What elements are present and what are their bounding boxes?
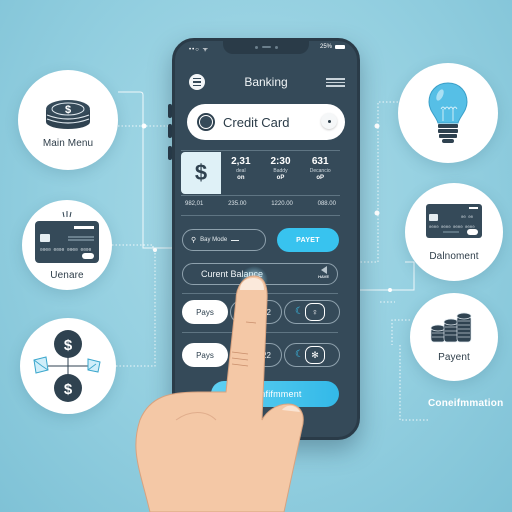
debit-card-bubble[interactable]: 00 00 0000 0000 0000 0000 Dalnoment [405, 183, 503, 281]
sparkle-icon [62, 210, 72, 217]
signal-indicator: ••○ ᯤ [189, 47, 209, 53]
hamburger-icon[interactable] [326, 78, 345, 87]
pay-row: Pays 2.02 ☾ ♀ [182, 300, 340, 324]
credit-card-selector[interactable]: Credit Card [187, 104, 345, 140]
payment-label: Payent [438, 351, 470, 363]
amount-value: 235.00 [228, 201, 247, 207]
divider [182, 332, 338, 333]
radio-icon [197, 113, 215, 131]
payment-bubble[interactable]: Payent [410, 293, 498, 381]
main-menu-bubble[interactable]: $ Main Menu [18, 70, 118, 170]
pin-icon: ⚲ [191, 237, 197, 244]
svg-text:0000 0000 0000 0000: 0000 0000 0000 0000 [40, 247, 92, 253]
divider [181, 195, 340, 196]
battery-indicator: 25% [320, 44, 345, 50]
svg-text:00 00: 00 00 [461, 216, 474, 220]
divider [181, 215, 340, 216]
battery-icon [335, 45, 345, 49]
pay-amount[interactable]: 2.02 [230, 300, 282, 324]
connector-transfer [116, 250, 156, 367]
phone-frame: ••○ ᯤ 25% Banking Credit Card $ 2,31 dea… [172, 38, 360, 440]
pay-toggle[interactable]: ☾ ✻ [284, 343, 340, 367]
amounts-row: 982,01 235.00 1220.00 088.00 [181, 201, 340, 207]
pays-button[interactable]: Pays [182, 300, 228, 324]
connector-coins [391, 319, 410, 345]
pay-row: Pays 2.22 ☾ ✻ [182, 343, 340, 367]
stat-item: 2:30 Baddy oP [270, 156, 291, 181]
dollar-icon: $ [181, 152, 221, 194]
credit-card-label: Credit Card [223, 114, 290, 130]
coin-stack-icon: $ [46, 99, 90, 129]
balance-side: HAVE [318, 266, 329, 279]
credit-card-icon: 0000 0000 0000 0000 [35, 220, 99, 263]
pay-mode-selector[interactable]: ⚲ Bay Mode [182, 229, 266, 251]
pay-mode-label: Bay Mode [200, 237, 228, 243]
divider [181, 150, 340, 151]
confirmation-label: Coneifmmation [428, 398, 504, 409]
account-summary: $ 2,31 deal on 2:30 Baddy oP 631 Decanci… [181, 152, 340, 194]
amount-value: 088.00 [317, 201, 336, 207]
chevron-left-icon [320, 266, 327, 274]
svg-text:$: $ [65, 104, 71, 116]
svg-text:$: $ [64, 381, 73, 398]
moon-icon: ☾ [295, 349, 304, 360]
divider [182, 293, 338, 294]
amount-value: 982,01 [185, 201, 204, 207]
pay-toggle[interactable]: ☾ ♀ [284, 300, 340, 324]
pays-button[interactable]: Pays [182, 343, 228, 367]
main-menu-label: Main Menu [42, 137, 94, 149]
stat-item: 2,31 deal on [231, 156, 251, 181]
phone-notch [223, 40, 309, 54]
current-balance-field[interactable]: Curent Balance HAVE [182, 263, 338, 285]
sparkle-icon: ✻ [305, 346, 325, 364]
confirm-button[interactable]: Confifmment [211, 381, 339, 407]
battery-text: 25% [319, 44, 332, 50]
card-toggle[interactable] [321, 113, 337, 129]
lightbulb-icon [428, 82, 468, 143]
debit-card-icon: 00 00 0000 0000 0000 0000 [426, 203, 482, 238]
pay-amount[interactable]: 2.22 [230, 343, 282, 367]
amount-value: 1220.00 [271, 201, 293, 207]
stat-item: 631 Decancio oP [309, 156, 331, 181]
person-icon: ♀ [305, 303, 325, 321]
debit-card-label: Dalnoment [429, 250, 479, 262]
payet-button[interactable]: PAYET [277, 228, 339, 252]
money-transfer-icon: $ $ [33, 330, 101, 402]
tips-bubble[interactable] [398, 63, 498, 163]
svg-text:$: $ [64, 337, 73, 354]
transfer-bubble[interactable]: $ $ [20, 318, 116, 414]
card-bubble[interactable]: 0000 0000 0000 0000 Uenare [22, 200, 112, 290]
card-bubble-label: Uenare [50, 269, 84, 281]
moon-icon: ☾ [295, 306, 304, 317]
svg-text:0000 0000 0000 0000: 0000 0000 0000 0000 [429, 226, 475, 230]
coin-stacks-icon [430, 312, 472, 342]
current-balance-label: Curent Balance [201, 269, 264, 279]
